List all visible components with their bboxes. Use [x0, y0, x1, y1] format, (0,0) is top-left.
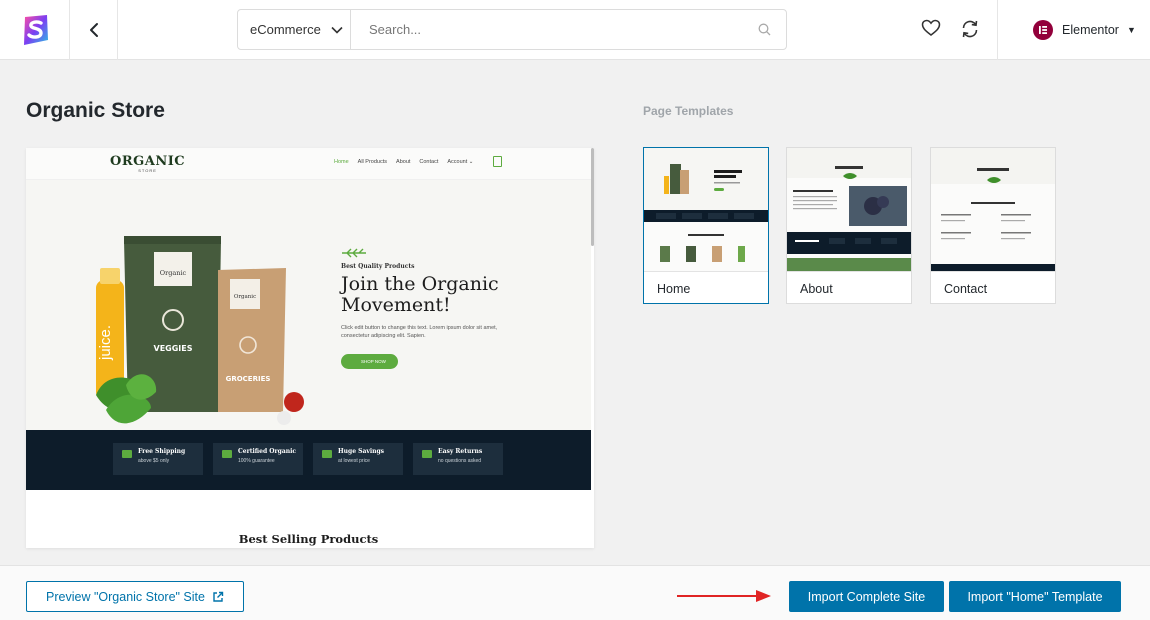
back-arrow-icon	[89, 23, 98, 37]
svg-text:GROCERIES: GROCERIES	[226, 375, 271, 383]
svg-text:juice.: juice.	[97, 325, 114, 361]
preview-site-label: Preview "Organic Store" Site	[46, 589, 205, 604]
category-select[interactable]: eCommerce	[238, 10, 351, 49]
hero-tagline: Best Quality Products	[341, 263, 415, 270]
preview-menu-item: Home	[334, 159, 349, 165]
search-button[interactable]	[742, 10, 786, 49]
svg-text:VEGGIES: VEGGIES	[154, 344, 193, 353]
shop-now-button: SHOP NOW	[341, 354, 398, 369]
external-link-icon	[213, 591, 224, 602]
template-card-contact[interactable]: Contact	[930, 147, 1056, 304]
search-bar: eCommerce	[237, 9, 787, 50]
template-thumbnail	[931, 148, 1055, 272]
truck-icon	[122, 450, 132, 458]
page-builder-label: Elementor	[1062, 23, 1119, 37]
feature-item: Free Shipping above $5 only	[113, 443, 203, 475]
red-arrow-annotation-icon	[677, 590, 771, 602]
import-complete-site-button[interactable]: Import Complete Site	[789, 581, 944, 612]
feature-item: Certified Organic 100% guarantee	[213, 443, 303, 475]
category-select-value: eCommerce	[250, 22, 321, 37]
preview-menu-item: All Products	[357, 159, 388, 165]
site-title: Organic Store	[26, 99, 165, 122]
preview-features-strip: Free Shipping above $5 only Certified Or…	[26, 430, 591, 490]
preview-scrollbar[interactable]	[591, 148, 594, 246]
best-selling-heading: Best Selling Products	[238, 532, 379, 546]
product-packages-illustration: juice. Organic VEGGIES Organic GROCERIES	[96, 236, 304, 425]
caret-down-icon: ▼	[1126, 25, 1136, 35]
preview-menu-item: About	[396, 159, 411, 165]
svg-text:Organic: Organic	[160, 269, 187, 277]
preview-menu: Home All Products About Contact Account …	[334, 159, 473, 165]
template-name: Home	[657, 282, 691, 296]
top-bar: eCommerce Elemen	[0, 0, 1150, 60]
template-thumbnail	[787, 148, 911, 272]
preview-navbar: ORGANIC STORE Home All Products About Co…	[26, 148, 591, 180]
home-thumbnail-illustration	[644, 148, 768, 262]
search-input[interactable]	[351, 10, 742, 49]
app-logo[interactable]	[0, 0, 70, 60]
preview-hero: juice. Organic VEGGIES Organic GROCERIES	[26, 180, 591, 430]
preview-site-button[interactable]: Preview "Organic Store" Site	[26, 581, 244, 612]
feature-item: Huge Savings at lowest price	[313, 443, 403, 475]
template-name: About	[800, 282, 833, 296]
page-templates-label: Page Templates	[643, 104, 734, 118]
template-thumbnail	[644, 148, 768, 272]
recycle-icon	[422, 450, 432, 458]
template-name: Contact	[944, 282, 988, 296]
preview-menu-item: Contact	[419, 159, 439, 165]
preview-logo: ORGANIC STORE	[110, 154, 186, 173]
certificate-icon	[222, 450, 232, 458]
contact-thumbnail-illustration	[931, 148, 1055, 271]
template-card-home[interactable]: Home	[643, 147, 769, 304]
svg-text:Organic: Organic	[234, 294, 256, 300]
search-icon	[758, 23, 770, 36]
cart-icon	[493, 156, 502, 167]
elementor-icon	[1033, 20, 1053, 40]
back-button[interactable]	[70, 0, 118, 60]
preview-menu-item: Account ⌄	[447, 159, 474, 165]
preview-hero-text: Best Quality Products Join the Organic M…	[341, 248, 541, 369]
about-thumbnail-illustration	[787, 148, 911, 271]
hero-description: Click edit button to change this text. L…	[341, 325, 498, 339]
heart-icon[interactable]	[921, 19, 941, 37]
bottom-action-bar: Preview "Organic Store" Site Import Comp…	[0, 565, 1150, 620]
hero-heading: Join the Organic Movement!	[341, 273, 499, 316]
sync-icon[interactable]	[959, 18, 981, 40]
page-builder-select[interactable]: Elementor ▼	[997, 0, 1150, 60]
feature-item: Easy Returns no questions asked	[413, 443, 503, 475]
chevron-down-icon	[331, 26, 343, 34]
savings-icon	[322, 450, 332, 458]
template-card-about[interactable]: About	[786, 147, 912, 304]
site-preview[interactable]: ORGANIC STORE Home All Products About Co…	[26, 148, 594, 548]
app-logo-icon	[23, 15, 48, 45]
leaf-icon	[342, 248, 366, 258]
import-home-template-button[interactable]: Import "Home" Template	[949, 581, 1121, 612]
